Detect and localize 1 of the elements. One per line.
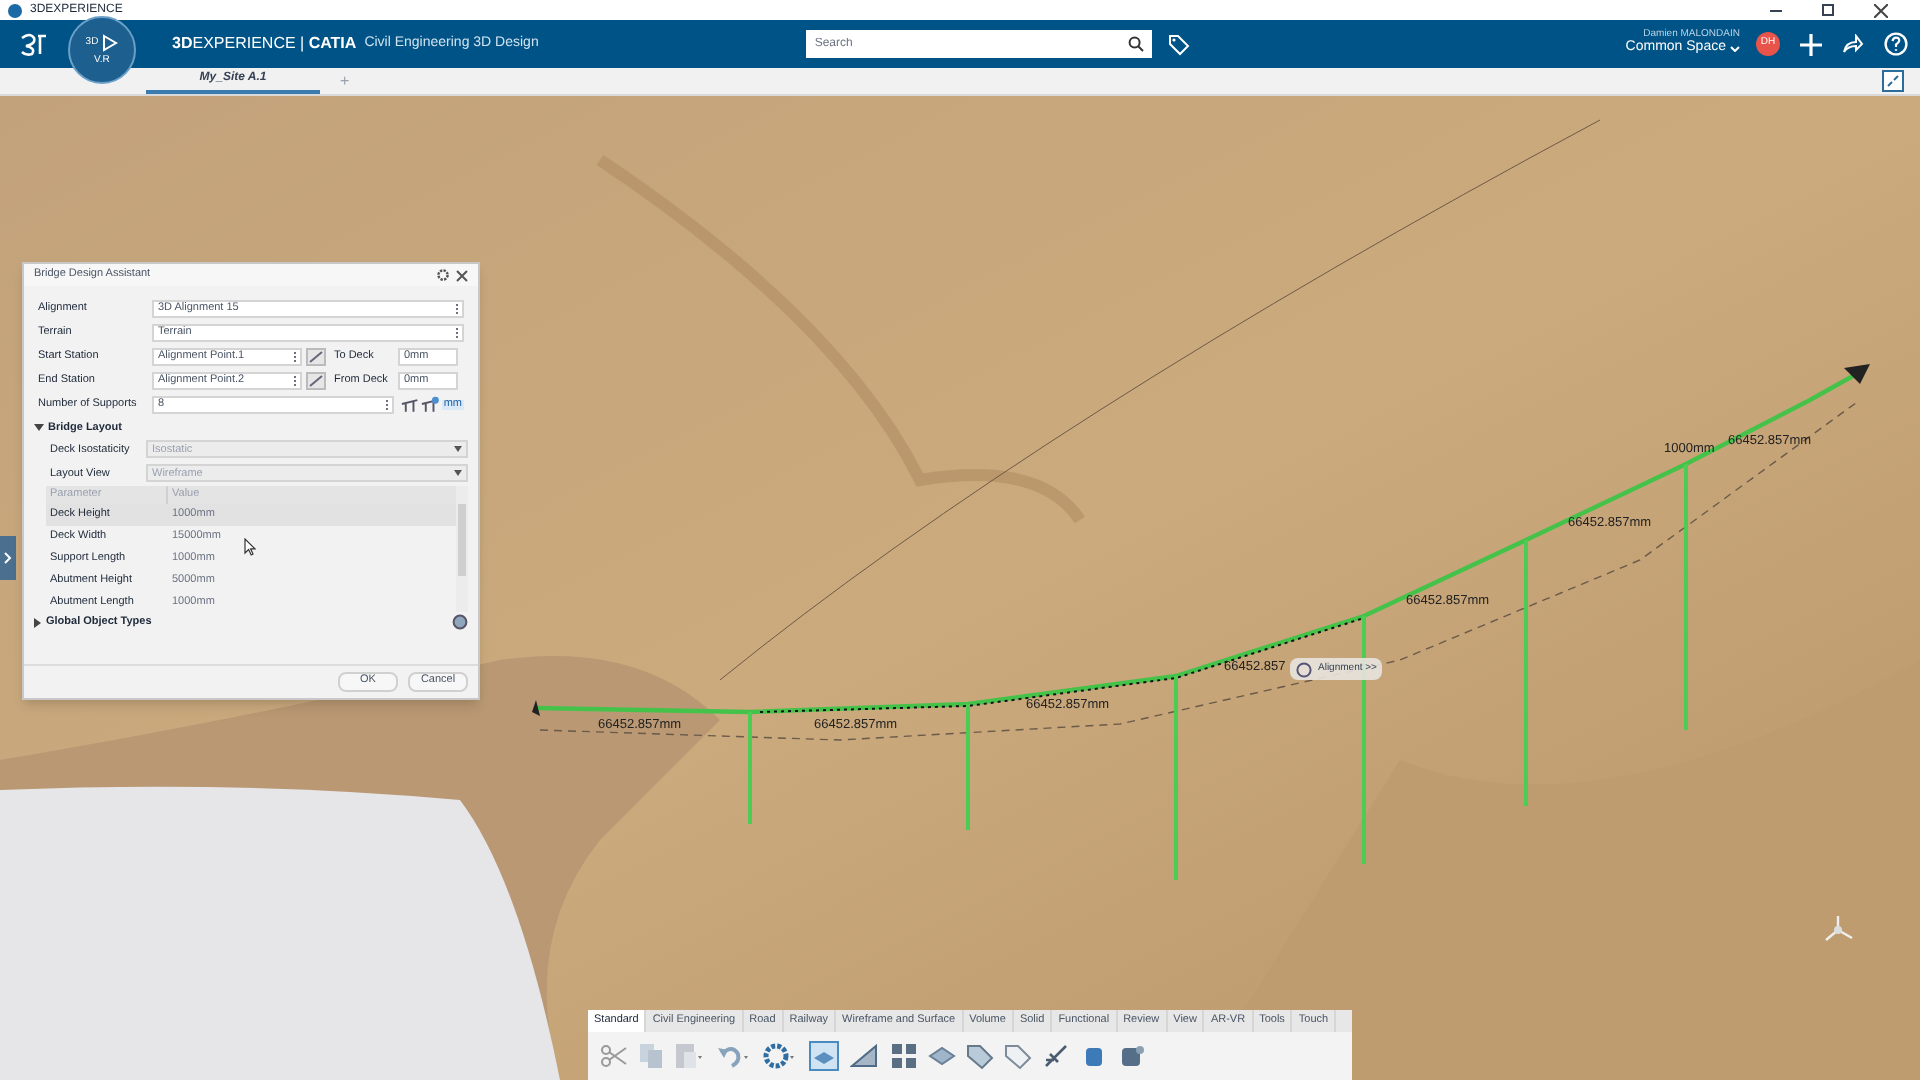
brand-title: 3DEXPERIENCE | CATIA bbox=[172, 32, 357, 56]
